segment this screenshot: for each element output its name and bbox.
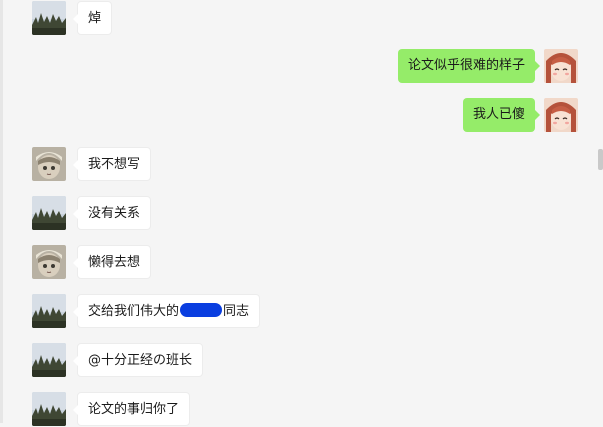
chat-message: 我不想写 — [0, 147, 603, 181]
message-bubble[interactable]: 我人已傻 — [462, 98, 541, 132]
message-bubble[interactable]: 懒得去想 — [72, 245, 152, 279]
chat-message: 没有关系 — [0, 196, 603, 230]
cartoon-girl-avatar[interactable] — [544, 98, 578, 132]
message-bubble[interactable]: 没有关系 — [72, 196, 152, 230]
message-text: 交给我们伟大的 — [88, 304, 180, 319]
cartoon-girl-avatar[interactable] — [544, 49, 578, 83]
message-text: 论文的事归你了 — [88, 402, 180, 417]
message-text: 没有关系 — [88, 206, 141, 221]
message-bubble[interactable]: 论文的事归你了 — [72, 392, 191, 426]
chat-message: 论文似乎很难的样子 — [0, 49, 603, 83]
message-bubble[interactable]: 交给我们伟大的 同志 — [72, 294, 261, 328]
chat-message: 论文的事归你了 — [0, 392, 603, 426]
redaction-mark — [180, 303, 223, 317]
message-bubble[interactable]: @十分正经の班长 — [72, 343, 204, 377]
chat-message: @十分正经の班长 — [0, 343, 603, 377]
chat-message: 焯 — [0, 1, 603, 35]
anime-character-avatar[interactable] — [32, 147, 66, 181]
message-text: 我不想写 — [88, 157, 141, 172]
landscape-trees-avatar[interactable] — [32, 343, 66, 377]
message-bubble[interactable]: 论文似乎很难的样子 — [397, 49, 541, 83]
chat-message: 交给我们伟大的 同志 — [0, 294, 603, 328]
message-bubble[interactable]: 我不想写 — [72, 147, 152, 181]
message-text: 焯 — [88, 11, 102, 26]
message-text: 同志 — [223, 304, 250, 319]
chat-message: 懒得去想 — [0, 245, 603, 279]
chat-message: 我人已傻 — [0, 98, 603, 132]
landscape-trees-avatar[interactable] — [32, 1, 66, 35]
message-text: 论文似乎很难的样子 — [407, 58, 525, 73]
message-bubble[interactable]: 焯 — [72, 1, 113, 35]
landscape-trees-avatar[interactable] — [32, 196, 66, 230]
anime-character-avatar[interactable] — [32, 245, 66, 279]
message-text: 我人已傻 — [472, 107, 525, 122]
message-text: @十分正经の班长 — [88, 353, 193, 368]
landscape-trees-avatar[interactable] — [32, 392, 66, 426]
message-text: 懒得去想 — [88, 255, 141, 270]
landscape-trees-avatar[interactable] — [32, 294, 66, 328]
